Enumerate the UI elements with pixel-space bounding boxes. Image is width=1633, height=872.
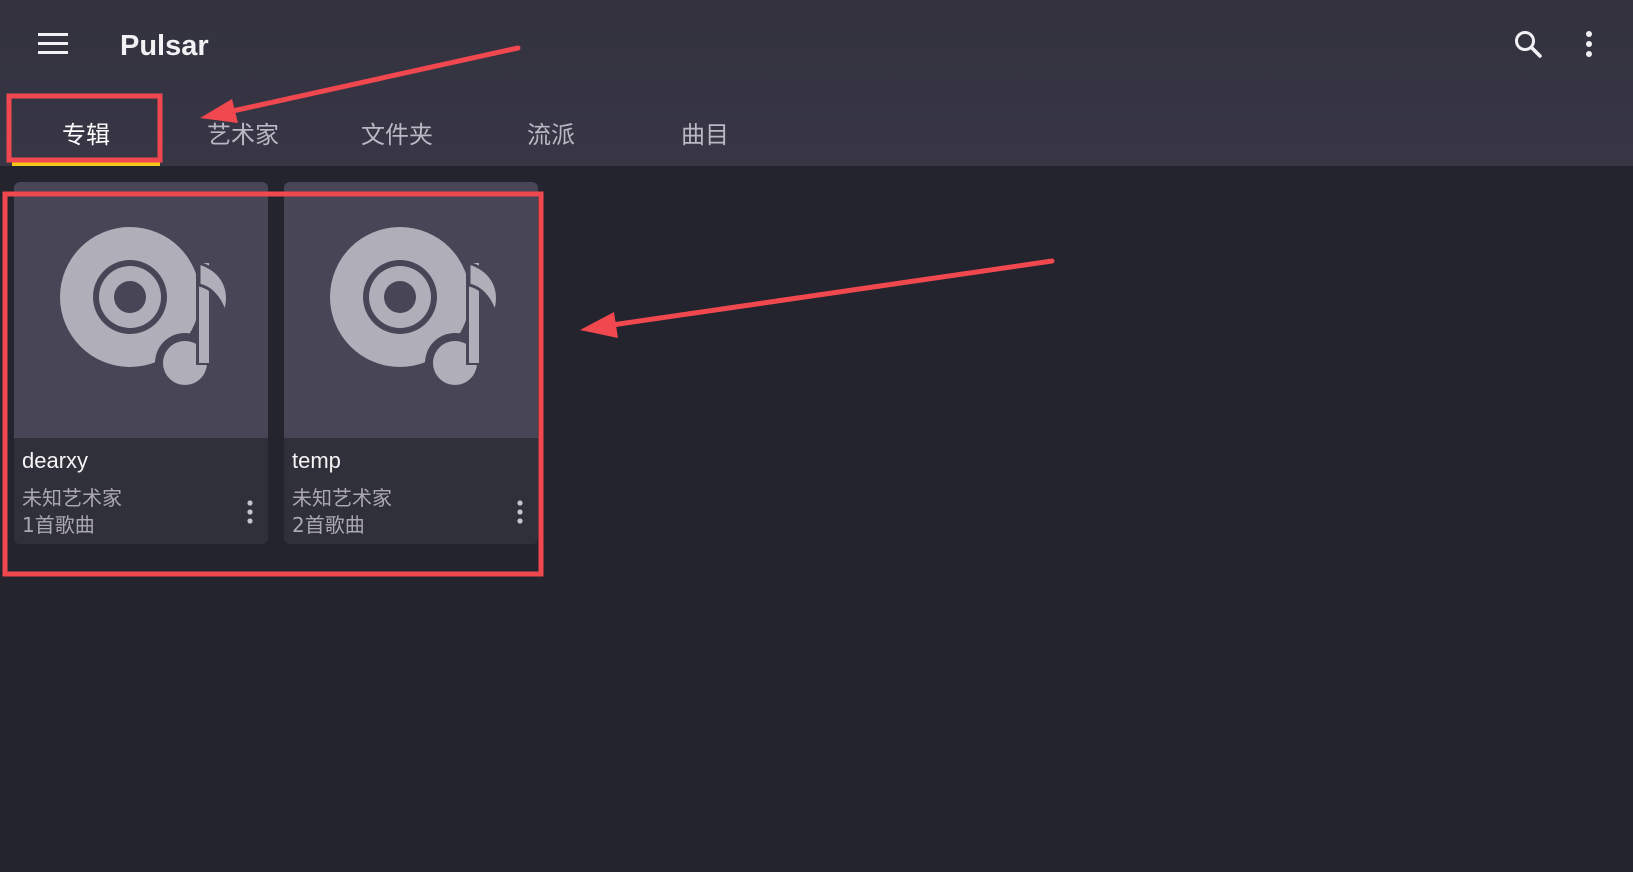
album-artist: 未知艺术家 (292, 486, 392, 510)
hamburger-menu-icon[interactable] (34, 28, 72, 60)
album-card[interactable]: temp 未知艺术家 2首歌曲 (284, 182, 538, 544)
tab-label: 文件夹 (361, 120, 433, 149)
search-icon[interactable] (1510, 26, 1546, 62)
app-title: Pulsar (120, 30, 209, 62)
album-song-count: 2首歌曲 (292, 513, 365, 537)
album-info: temp 未知艺术家 2首歌曲 (284, 438, 538, 544)
album-info: dearxy 未知艺术家 1首歌曲 (14, 438, 268, 544)
tab-albums[interactable]: 专辑 (12, 98, 160, 166)
app-window: Pulsar 专辑 艺术家 文件夹 流派 曲目 dearxy 未知艺术家 1首歌… (0, 0, 1633, 872)
tab-label: 流派 (527, 120, 575, 149)
album-cover (14, 182, 268, 438)
album-placeholder-icon (330, 227, 499, 393)
album-artist: 未知艺术家 (22, 486, 122, 510)
annotation-arrow-albums (580, 258, 1055, 338)
album-song-count: 1首歌曲 (22, 513, 95, 537)
album-more-icon[interactable] (240, 496, 260, 528)
tab-label: 曲目 (681, 120, 729, 149)
album-cover (284, 182, 538, 438)
album-card[interactable]: dearxy 未知艺术家 1首歌曲 (14, 182, 268, 544)
active-tab-indicator (12, 162, 160, 166)
album-title: dearxy (22, 448, 89, 473)
tab-artists[interactable]: 艺术家 (168, 98, 318, 166)
album-title: temp (292, 448, 341, 473)
tab-bar: 专辑 艺术家 文件夹 流派 曲目 (0, 98, 760, 166)
tab-label: 艺术家 (207, 120, 279, 149)
tab-genres[interactable]: 流派 (476, 98, 626, 166)
tab-folders[interactable]: 文件夹 (322, 98, 472, 166)
album-more-icon[interactable] (510, 496, 530, 528)
app-bar: Pulsar 专辑 艺术家 文件夹 流派 曲目 (0, 0, 1633, 166)
album-placeholder-icon (60, 227, 229, 393)
more-vertical-icon[interactable] (1575, 26, 1603, 62)
tab-tracks[interactable]: 曲目 (630, 98, 780, 166)
tab-label: 专辑 (62, 120, 110, 149)
